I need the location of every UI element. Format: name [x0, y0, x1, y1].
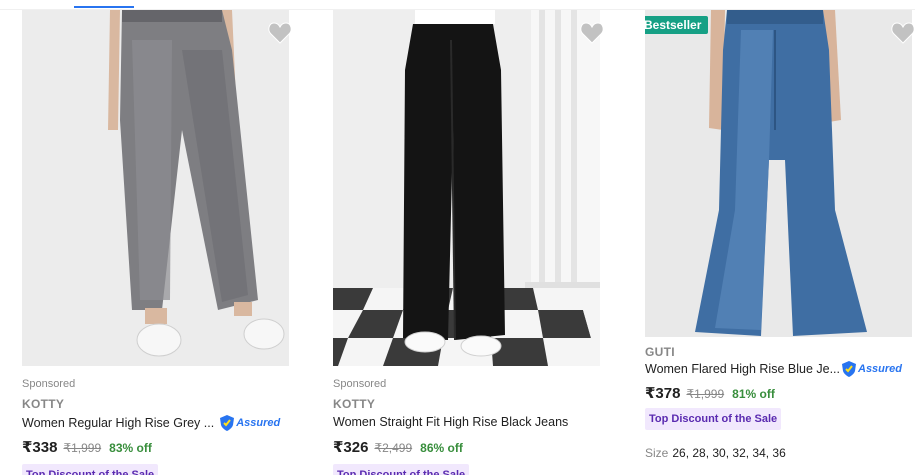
product-title[interactable]: Women Regular High Rise Grey ... Assured	[22, 415, 280, 431]
product-card[interactable]: Sponsored KOTTY Women Straight Fit High …	[333, 10, 604, 475]
heart-icon[interactable]	[268, 22, 292, 44]
sponsored-label: Sponsored	[333, 378, 387, 390]
discount-percent: 86% off	[420, 441, 463, 455]
assured-shield-icon	[842, 361, 856, 377]
selling-price: ₹326	[333, 439, 369, 456]
heart-icon[interactable]	[580, 22, 604, 44]
assured-shield-icon	[220, 415, 235, 431]
price-row: ₹326 ₹2,499 86% off	[333, 438, 463, 456]
size-list: Size 26, 28, 30, 32, 34, 36	[645, 446, 786, 460]
product-image[interactable]	[22, 10, 289, 366]
assured-badge: Assured	[220, 415, 280, 431]
brand-name: GUTI	[645, 345, 675, 359]
selling-price: ₹338	[22, 439, 58, 456]
bestseller-badge: Bestseller	[645, 16, 709, 34]
offer-tag: Top Discount of the Sale	[333, 464, 470, 475]
product-title[interactable]: Women Straight Fit High Rise Black Jeans	[333, 415, 568, 429]
brand-name: KOTTY	[22, 397, 65, 411]
size-values: 26, 28, 30, 32, 34, 36	[672, 446, 786, 460]
active-filter-underline	[74, 6, 134, 8]
brand-name: KOTTY	[333, 397, 376, 411]
price-row: ₹338 ₹1,999 83% off	[22, 438, 152, 456]
assured-text: Assured	[236, 417, 281, 429]
product-title-text[interactable]: Women Regular High Rise Grey ...	[22, 416, 214, 430]
original-price: ₹1,999	[686, 387, 725, 401]
offer-tag: Top Discount of the Sale	[22, 464, 159, 475]
original-price: ₹2,499	[374, 441, 413, 455]
selling-price: ₹378	[645, 385, 681, 402]
product-image[interactable]	[333, 10, 600, 366]
product-image[interactable]: Bestseller	[645, 10, 912, 337]
assured-badge: Assured	[842, 361, 902, 377]
product-title[interactable]: Women Flared High Rise Blue Je... Assure…	[645, 361, 902, 377]
product-title-text[interactable]: Women Straight Fit High Rise Black Jeans	[333, 415, 568, 429]
discount-percent: 81% off	[732, 387, 775, 401]
heart-icon[interactable]	[891, 22, 915, 44]
original-price: ₹1,999	[63, 441, 102, 455]
filter-strip	[0, 0, 915, 10]
price-row: ₹378 ₹1,999 81% off	[645, 384, 775, 402]
size-label: Size	[645, 446, 669, 460]
product-card[interactable]: Sponsored KOTTY Women Regular High Rise …	[22, 10, 292, 475]
discount-percent: 83% off	[109, 441, 152, 455]
sponsored-label: Sponsored	[22, 378, 76, 390]
product-card[interactable]: Bestseller GUTI Women Flared High Rise B…	[645, 10, 915, 475]
offer-tag: Top Discount of the Sale	[645, 408, 782, 430]
product-title-text[interactable]: Women Flared High Rise Blue Je...	[645, 362, 840, 376]
assured-text: Assured	[858, 363, 903, 375]
